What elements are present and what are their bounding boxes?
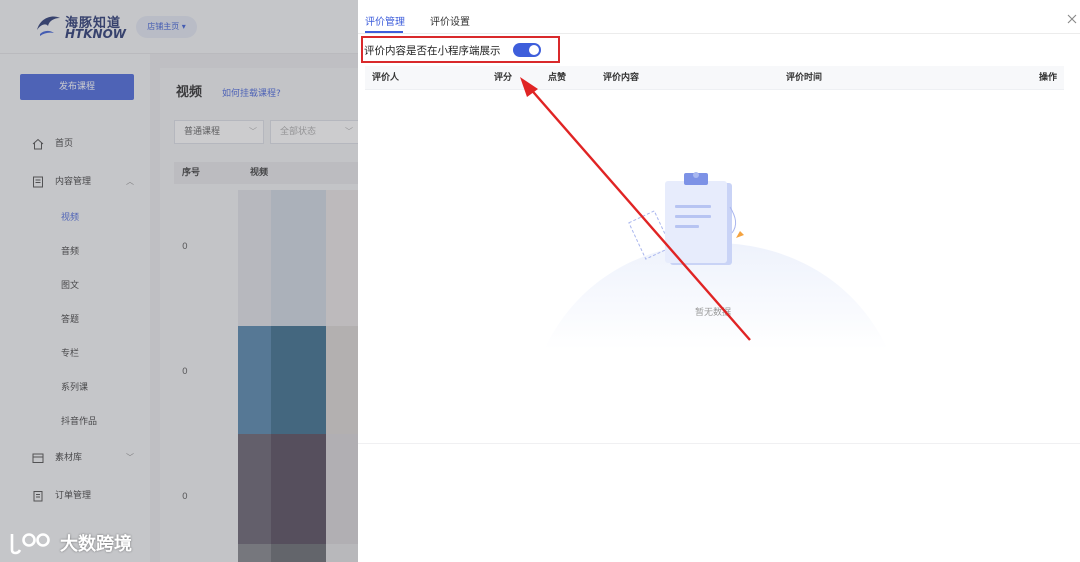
toggle-label: 评价内容是否在小程序端展示 [364, 45, 501, 57]
watermark-logo-icon [10, 533, 50, 555]
column-header: 评价时间 [786, 73, 823, 83]
empty-state-illustration [544, 172, 888, 350]
switch-knob [529, 45, 539, 55]
column-header: 点赞 [548, 73, 567, 83]
tab-review-settings[interactable]: 评价设置 [430, 13, 470, 28]
close-icon[interactable] [1066, 13, 1078, 25]
column-header: 评价人 [372, 73, 400, 83]
review-drawer: 评价管理 评价设置 评价内容是否在小程序端展示 评价人 评分 点赞 评价内容 评… [358, 0, 1080, 562]
tab-divider [358, 33, 1080, 34]
column-header: 评价内容 [603, 73, 640, 83]
review-table-header: 评价人 评分 点赞 评价内容 评价时间 操作 [365, 66, 1064, 90]
drawer-footer-divider [358, 443, 1080, 444]
watermark: 大数跨境 [8, 527, 148, 557]
empty-state-text: 暂无数据 [695, 308, 732, 318]
tab-review-management[interactable]: 评价管理 [365, 13, 405, 28]
column-header: 操作 [1039, 73, 1058, 83]
watermark-text: 大数跨境 [60, 534, 132, 555]
column-header: 评分 [494, 73, 513, 83]
miniprogram-display-switch[interactable] [513, 43, 541, 57]
